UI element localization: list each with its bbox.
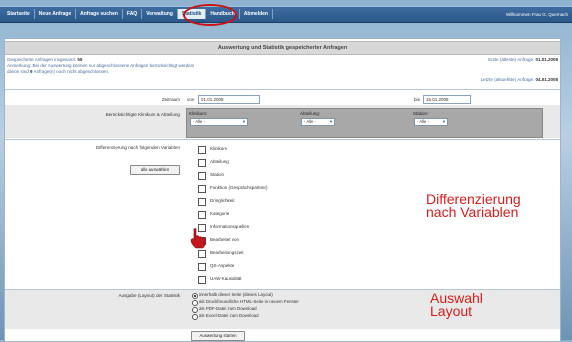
checkbox-abteilung[interactable] [198,159,206,167]
note-line-2: davon sind 9 Anfrage(n) noch nicht abges… [7,69,109,75]
page-title: Auswertung und Statistik gespeicherter A… [5,41,560,55]
highlight-circle [183,4,237,26]
radio-label: als Excel-Datei zum Download [199,313,259,318]
nav-item-anfrage-suchen[interactable]: Anfrage suchen [76,9,123,19]
checkbox-station[interactable] [198,172,206,180]
layout-label: Ausgabe (Layout) der Statistik [118,293,180,298]
date-from-input[interactable]: 01.01.2008 [198,95,260,104]
klinikum-label: Berücksichtigte Klinikum & Abteilung [105,112,180,117]
checkbox-label: Abteilung [210,159,229,164]
checkbox-label: Funktion (Gesprächspartner) [210,185,268,190]
checkbox-label: Informationsquellen [210,224,250,229]
checkbox-label: Bearbeitet von [210,237,240,242]
klinikum-caption: Klinikum: [189,111,208,116]
checkbox-label: QS-Aspekte [210,263,235,268]
nav-item-verwaltung[interactable]: Verwaltung [142,9,178,19]
divider [5,89,560,90]
annotation-variablen-line2: nach Variablen [426,204,519,220]
divider [5,139,560,140]
checkbox-uaw-kausalitaet[interactable] [198,276,206,284]
nav-item-faq[interactable]: FAQ [123,9,143,19]
chevron-down-icon: ▼ [329,119,333,124]
annotation-layout-line2: Layout [430,303,473,319]
total-requests-count: 55 [77,57,83,62]
abteilung-select-value: - Alle - [304,119,316,124]
radio-layout-excel[interactable] [192,314,198,320]
note-text-c: Anfrage(n) noch nicht abgeschlossen. [33,69,110,74]
zeitraum-label: Zeitraum [161,97,180,102]
welcome-text: Willkommen Frau G. Quernach [505,12,568,17]
radio-label: als PDF-Datei zum Download [199,306,257,311]
select-all-button[interactable]: alle auswählen [130,165,180,175]
annotation-layout: Auswahl Layout [430,291,483,319]
von-label: von [187,97,195,102]
checkbox-label: Station [210,172,225,177]
abteilung-caption: Abteilung: [300,111,321,116]
checkbox-label: Bearbeitungszeit [210,250,244,255]
chevron-down-icon: ▼ [242,119,246,124]
total-requests-label: Gespeicherte Anfragen insgesamt: [7,57,77,62]
bis-label: bis [414,97,420,102]
checkbox-label: UAW-Kausalität [210,276,242,281]
checkbox-label: Klinikum [210,146,228,151]
checkbox-kategorie[interactable] [198,211,206,219]
top-navigation-bar: Startseite Neue Anfrage Anfrage suchen F… [0,6,572,23]
first-request-date: 01.01.2008 [535,57,558,62]
variablen-label: Differenzierung nach folgenden Variablen [95,145,180,150]
radio-label: innerhalb dieser Seite (dieses Layout) [199,292,273,297]
checkbox-dringlichkeit[interactable] [198,198,206,206]
chevron-down-icon: ▼ [442,119,446,124]
checkbox-label: Kategorie [210,211,230,216]
radio-layout-html[interactable] [192,300,198,306]
first-request-info: Erste (älteste) Anfrage: 01.01.2008 [488,57,558,63]
annotation-variablen: Differenzierung nach Variablen [426,192,521,220]
klinikum-select-value: - Alle - [193,119,205,124]
nav-item-neue-anfrage[interactable]: Neue Anfrage [35,9,77,19]
klinikum-select[interactable]: - Alle - ▼ [190,118,248,126]
first-request-label: Erste (älteste) Anfrage: [488,57,535,62]
radio-layout-pdf[interactable] [192,307,198,313]
radio-layout-page[interactable] [192,293,198,299]
last-request-info: Letzte (aktuellste) Anfrage: 04.01.2008 [481,77,558,83]
checkbox-qs-aspekte[interactable] [198,263,206,271]
checkbox-funktion[interactable] [198,185,206,193]
station-select[interactable]: - Alle - ▼ [414,118,448,126]
hand-pointer-icon [190,228,206,249]
checkbox-label: Dringlichkeit [210,198,235,203]
station-select-value: - Alle - [417,119,429,124]
checkbox-klinikum[interactable] [198,146,206,154]
station-caption: Station: [413,111,429,116]
last-request-label: Letzte (aktuellste) Anfrage: [480,77,535,82]
radio-label: als Druckfreundliche HTML-Seite in neuem… [199,299,299,304]
date-to-input[interactable]: 15.01.2008 [423,95,471,104]
checkbox-bearbeitungszeit[interactable] [198,250,206,258]
last-request-date: 04.01.2008 [535,77,558,82]
open-requests-count: 9 [30,69,33,74]
abteilung-select[interactable]: - Alle - ▼ [301,118,335,126]
nav-item-abmelden[interactable]: Abmelden [240,9,273,19]
note-text-a: davon sind [7,69,29,74]
nav-item-startseite[interactable]: Startseite [3,9,35,19]
klinikum-box: Klinikum: - Alle - ▼ Abteilung: - Alle - ▼… [186,108,543,138]
